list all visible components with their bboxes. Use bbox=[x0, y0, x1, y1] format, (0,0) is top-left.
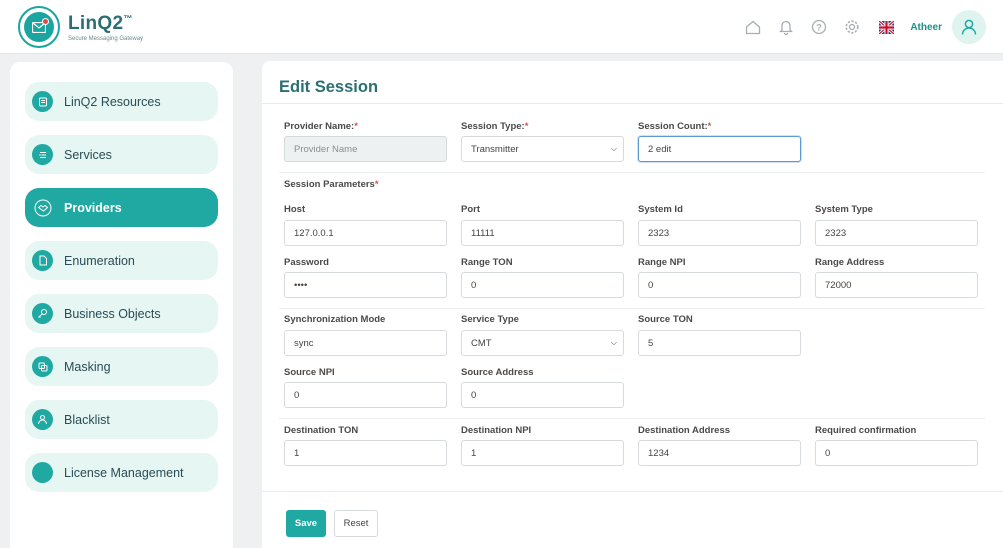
sidebar-item-label: Enumeration bbox=[64, 253, 135, 268]
port-input[interactable]: 11111 bbox=[461, 220, 624, 246]
sidebar-item-enumeration[interactable]: Enumeration bbox=[25, 241, 218, 280]
host-label: Host bbox=[284, 204, 306, 215]
host-input[interactable]: 127.0.0.1 bbox=[284, 220, 447, 246]
chevron-down-icon: ⌵ bbox=[610, 144, 617, 153]
divider bbox=[262, 491, 1003, 492]
system-type-input[interactable]: 2323 bbox=[815, 220, 978, 246]
sidebar-item-providers[interactable]: Providers bbox=[25, 188, 218, 227]
system-type-label: System Type bbox=[815, 204, 873, 215]
sidebar-item-label: Blacklist bbox=[64, 412, 110, 427]
source-npi-label: Source NPI bbox=[284, 367, 335, 378]
session-parameters-label: Session Parameters* bbox=[284, 179, 379, 190]
svg-text:?: ? bbox=[817, 23, 823, 33]
range-ton-label: Range TON bbox=[461, 257, 513, 268]
sidebar-item-label: Masking bbox=[64, 359, 111, 374]
session-type-select[interactable]: Transmitter ⌵ bbox=[461, 136, 624, 162]
port-label: Port bbox=[461, 204, 480, 215]
source-ton-input[interactable]: 5 bbox=[638, 330, 801, 356]
gear-icon[interactable] bbox=[843, 18, 861, 36]
divider bbox=[262, 103, 1003, 104]
sidebar-item-label: Services bbox=[64, 147, 112, 162]
sidebar-item-label: Providers bbox=[64, 200, 122, 215]
user-avatar-icon[interactable] bbox=[952, 10, 986, 44]
sync-mode-input[interactable]: sync bbox=[284, 330, 447, 356]
username[interactable]: Atheer bbox=[910, 22, 942, 33]
divider bbox=[279, 172, 985, 173]
range-ton-input[interactable]: 0 bbox=[461, 272, 624, 298]
destination-address-input[interactable]: 1234 bbox=[638, 440, 801, 466]
services-icon bbox=[32, 144, 53, 165]
save-button[interactable]: Save bbox=[286, 510, 326, 537]
sync-mode-label: Synchronization Mode bbox=[284, 314, 386, 325]
uk-flag-icon[interactable] bbox=[878, 19, 896, 35]
destination-ton-label: Destination TON bbox=[284, 425, 359, 436]
sidebar-item-label: License Management bbox=[64, 465, 184, 480]
chevron-down-icon: ⌵ bbox=[610, 338, 617, 347]
destination-ton-input[interactable]: 1 bbox=[284, 440, 447, 466]
sidebar-item-business-objects[interactable]: Business Objects bbox=[25, 294, 218, 333]
blocked-user-icon bbox=[32, 409, 53, 430]
system-id-input[interactable]: 2323 bbox=[638, 220, 801, 246]
destination-address-label: Destination Address bbox=[638, 425, 731, 436]
logo-mark bbox=[18, 6, 60, 48]
system-id-label: System Id bbox=[638, 204, 683, 215]
logo[interactable]: LinQ2™ Secure Messaging Gateway bbox=[18, 6, 143, 48]
divider bbox=[279, 308, 985, 309]
session-type-label: Session Type:* bbox=[461, 121, 529, 132]
provider-name-label: Provider Name:* bbox=[284, 121, 358, 132]
service-type-select[interactable]: CMT ⌵ bbox=[461, 330, 624, 356]
sidebar-item-blacklist[interactable]: Blacklist bbox=[25, 400, 218, 439]
brand-name: LinQ2™ bbox=[68, 12, 133, 34]
range-address-label: Range Address bbox=[815, 257, 885, 268]
destination-npi-label: Destination NPI bbox=[461, 425, 532, 436]
range-address-input[interactable]: 72000 bbox=[815, 272, 978, 298]
sidebar-item-license-management[interactable]: License Management bbox=[25, 453, 218, 492]
top-header: LinQ2™ Secure Messaging Gateway ? Atheer bbox=[0, 0, 1003, 54]
sidebar-item-masking[interactable]: Masking bbox=[25, 347, 218, 386]
sidebar-item-services[interactable]: Services bbox=[25, 135, 218, 174]
license-icon bbox=[32, 462, 53, 483]
home-icon[interactable] bbox=[744, 18, 762, 36]
bell-icon[interactable] bbox=[777, 18, 795, 36]
provider-name-input[interactable]: Provider Name bbox=[284, 136, 447, 162]
key-icon bbox=[32, 303, 53, 324]
page-title: Edit Session bbox=[279, 78, 379, 96]
brand-tagline: Secure Messaging Gateway bbox=[68, 35, 144, 42]
source-address-label: Source Address bbox=[461, 367, 534, 378]
masking-icon bbox=[32, 356, 53, 377]
resources-icon bbox=[32, 91, 53, 112]
session-count-label: Session Count:* bbox=[638, 121, 712, 132]
document-icon bbox=[32, 250, 53, 271]
destination-npi-input[interactable]: 1 bbox=[461, 440, 624, 466]
sidebar: LinQ2 Resources Services Providers Enume… bbox=[10, 62, 233, 548]
sidebar-item-label: LinQ2 Resources bbox=[64, 94, 161, 109]
service-type-label: Service Type bbox=[461, 314, 519, 325]
password-input[interactable]: •••• bbox=[284, 272, 447, 298]
reset-button[interactable]: Reset bbox=[334, 510, 378, 537]
divider bbox=[279, 418, 985, 419]
required-confirmation-label: Required confirmation bbox=[815, 425, 917, 436]
password-label: Password bbox=[284, 257, 329, 268]
sidebar-item-label: Business Objects bbox=[64, 306, 161, 321]
source-ton-label: Source TON bbox=[638, 314, 693, 325]
providers-icon bbox=[32, 197, 53, 218]
range-npi-label: Range NPI bbox=[638, 257, 686, 268]
source-address-input[interactable]: 0 bbox=[461, 382, 624, 408]
source-npi-input[interactable]: 0 bbox=[284, 382, 447, 408]
range-npi-input[interactable]: 0 bbox=[638, 272, 801, 298]
session-count-input[interactable]: 2 edit bbox=[638, 136, 801, 162]
sidebar-item-linq2-resources[interactable]: LinQ2 Resources bbox=[25, 82, 218, 121]
help-icon[interactable]: ? bbox=[810, 18, 828, 36]
required-confirmation-input[interactable]: 0 bbox=[815, 440, 978, 466]
edit-session-panel: Edit Session Provider Name:* Provider Na… bbox=[262, 61, 1003, 548]
